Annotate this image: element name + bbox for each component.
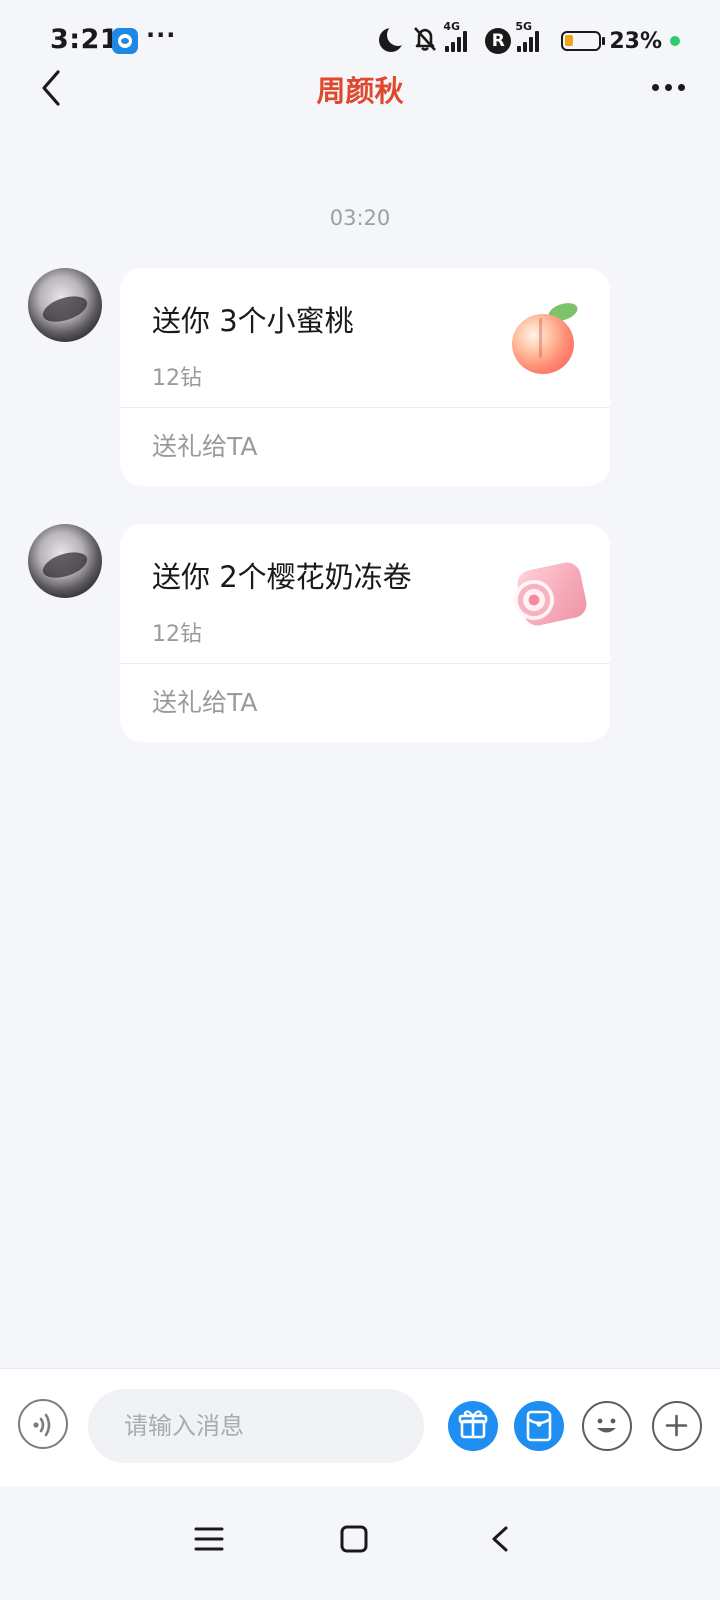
peach-icon [508, 299, 584, 378]
red-packet-button[interactable] [514, 1401, 564, 1451]
battery-percent: 23% [609, 28, 662, 54]
home-square-icon [340, 1525, 368, 1553]
voice-input-button[interactable] [18, 1399, 68, 1449]
emoji-button[interactable] [582, 1401, 632, 1451]
recent-apps-button[interactable] [180, 1508, 240, 1568]
message-timestamp: 03:20 [329, 206, 391, 230]
page-title: 周颜秋 [316, 74, 404, 108]
gift-price: 12钻 [152, 366, 202, 391]
emoji-icon [597, 1418, 616, 1433]
status-icons: 4G R 5G 23% [379, 20, 680, 58]
avatar[interactable] [28, 524, 102, 598]
message-input-bar [0, 1368, 720, 1486]
status-dot-icon [670, 36, 680, 46]
more-dot-icon [677, 83, 685, 91]
net-4g-label: 4G [443, 20, 461, 33]
app-notification-icon [112, 28, 138, 54]
send-gift-button[interactable]: 送礼给TA [120, 408, 610, 486]
gift-button[interactable] [448, 1401, 498, 1451]
do-not-disturb-icon [379, 24, 410, 54]
signal-5g-icon: 5G [515, 20, 551, 52]
chat-screen: 3:21 ··· 4G R 5G 23% 周颜秋 03:20 送你 3个小蜜桃 … [0, 0, 720, 1600]
plus-icon [665, 1414, 688, 1437]
sakura-roll-icon [508, 558, 590, 634]
gift-card-body: 送你 3个小蜜桃 12钻 [120, 268, 610, 408]
back-arrow-icon [492, 1526, 508, 1552]
home-button[interactable] [330, 1508, 390, 1568]
net-5g-label: 5G [515, 20, 533, 33]
more-dot-icon [664, 83, 672, 91]
signal-4g-icon: 4G [443, 20, 479, 52]
more-dot-icon [651, 83, 659, 91]
avatar[interactable] [28, 268, 102, 342]
menu-icon [194, 1527, 224, 1551]
system-navigation-bar [0, 1490, 720, 1600]
bell-muted-icon [411, 25, 439, 57]
status-time: 3:21 [50, 24, 120, 55]
message-input[interactable] [88, 1389, 424, 1463]
battery-fill [565, 35, 574, 46]
more-options-button[interactable] [644, 72, 692, 102]
gift-card[interactable]: 送你 3个小蜜桃 12钻 送礼给TA [120, 268, 610, 486]
chat-header: 周颜秋 [0, 60, 720, 124]
gift-title: 送你 2个樱花奶冻卷 [152, 560, 412, 594]
gift-title: 送你 3个小蜜桃 [152, 304, 354, 338]
gift-price: 12钻 [152, 622, 202, 647]
gift-icon [458, 1410, 488, 1439]
more-actions-button[interactable] [652, 1401, 702, 1451]
roaming-icon: R [485, 28, 512, 54]
status-more-icon: ··· [146, 21, 177, 49]
send-gift-button[interactable]: 送礼给TA [120, 664, 610, 742]
red-packet-icon [526, 1410, 552, 1442]
voice-icon [33, 1413, 51, 1437]
battery-icon [561, 31, 606, 51]
gift-card[interactable]: 送你 2个樱花奶冻卷 12钻 送礼给TA [120, 524, 610, 742]
gift-card-body: 送你 2个樱花奶冻卷 12钻 [120, 524, 610, 664]
system-back-button[interactable] [480, 1508, 540, 1568]
